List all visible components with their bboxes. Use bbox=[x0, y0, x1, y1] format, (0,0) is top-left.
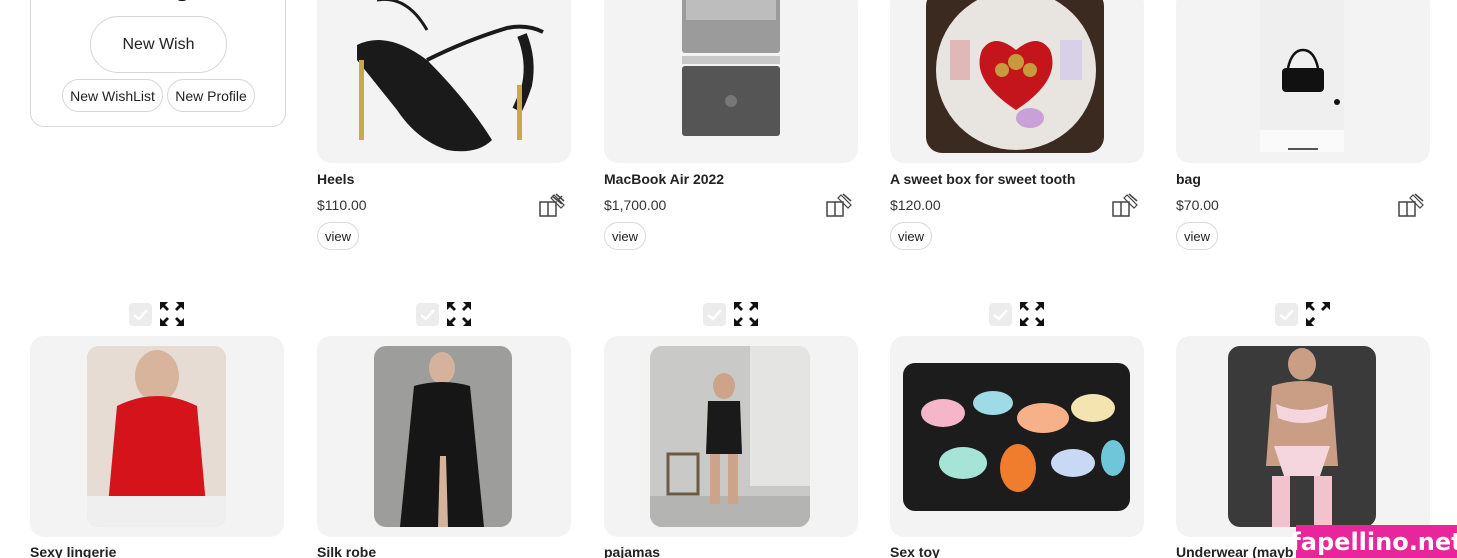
product-image[interactable] bbox=[317, 336, 571, 537]
product-name: pajamas bbox=[604, 544, 661, 558]
view-button[interactable]: view bbox=[890, 222, 932, 250]
checkbox-icon[interactable] bbox=[129, 303, 152, 326]
new-wishlist-button[interactable]: New WishList bbox=[62, 79, 163, 112]
lingerie-photo bbox=[87, 346, 226, 527]
gift-icon[interactable] bbox=[825, 192, 853, 218]
product-name: bag bbox=[1176, 171, 1201, 187]
product-name: Heels bbox=[317, 171, 355, 187]
gift-icon[interactable] bbox=[1111, 192, 1139, 218]
watermark-logo: fapellino.net bbox=[1290, 525, 1457, 558]
gift-icon[interactable] bbox=[1397, 192, 1425, 218]
underwear-photo bbox=[1228, 346, 1376, 527]
product-price: $1,700.00 bbox=[604, 197, 667, 213]
product-name: Sex toy bbox=[890, 544, 940, 558]
product-image[interactable] bbox=[604, 0, 858, 163]
product-image[interactable] bbox=[317, 0, 571, 163]
robe-photo bbox=[374, 346, 512, 527]
product-image[interactable] bbox=[30, 336, 284, 537]
view-button[interactable]: view bbox=[1176, 222, 1218, 250]
wish-card: Silk robe bbox=[317, 300, 571, 558]
macbook-illustration bbox=[682, 0, 780, 136]
wish-card: bag $70.00 view bbox=[1176, 0, 1430, 260]
product-name: MacBook Air 2022 bbox=[604, 171, 725, 187]
toys-photo bbox=[903, 363, 1130, 511]
product-image[interactable] bbox=[1176, 336, 1430, 537]
product-price: $120.00 bbox=[890, 197, 941, 213]
bag-illustration bbox=[1260, 0, 1344, 152]
product-name: A sweet box for sweet tooth bbox=[890, 171, 1076, 187]
product-price: $70.00 bbox=[1176, 197, 1219, 213]
view-button[interactable]: view bbox=[317, 222, 359, 250]
product-image[interactable] bbox=[604, 336, 858, 537]
new-wish-button[interactable]: New Wish bbox=[90, 16, 227, 73]
sweet-box-illustration bbox=[926, 0, 1104, 153]
view-button[interactable]: view bbox=[604, 222, 646, 250]
sidebar-card: New Wish New WishList New Profile bbox=[30, 0, 286, 127]
wish-card: Sex toy bbox=[890, 300, 1144, 558]
expand-icon[interactable] bbox=[1305, 301, 1331, 327]
checkbox-icon[interactable] bbox=[989, 303, 1012, 326]
heels-illustration bbox=[357, 0, 544, 152]
expand-icon[interactable] bbox=[159, 301, 185, 327]
wish-card: A sweet box for sweet tooth $120.00 view bbox=[890, 0, 1144, 260]
product-price: $110.00 bbox=[317, 197, 367, 213]
wish-card: Heels $110.00 view bbox=[317, 0, 571, 260]
product-image[interactable] bbox=[1176, 0, 1430, 163]
wish-card: Sexy lingerie bbox=[30, 300, 284, 558]
expand-icon[interactable] bbox=[733, 301, 759, 327]
wish-card: pajamas bbox=[604, 300, 858, 558]
product-image[interactable] bbox=[890, 336, 1144, 537]
product-image[interactable] bbox=[890, 0, 1144, 163]
checkbox-icon[interactable] bbox=[1275, 303, 1298, 326]
new-profile-button[interactable]: New Profile bbox=[167, 79, 255, 112]
expand-icon[interactable] bbox=[446, 301, 472, 327]
checkbox-icon[interactable] bbox=[703, 303, 726, 326]
product-name: Underwear (mayb bbox=[1176, 544, 1294, 558]
product-name: Silk robe bbox=[317, 544, 377, 558]
wish-card: Underwear (mayb bbox=[1176, 300, 1430, 558]
wish-card: MacBook Air 2022 $1,700.00 view bbox=[604, 0, 858, 260]
checkbox-icon[interactable] bbox=[416, 303, 439, 326]
expand-icon[interactable] bbox=[1019, 301, 1045, 327]
gift-icon[interactable] bbox=[538, 192, 566, 218]
product-name: Sexy lingerie bbox=[30, 544, 117, 558]
sidebar-heading-fragment bbox=[175, 0, 189, 1]
pajamas-photo bbox=[650, 346, 810, 527]
